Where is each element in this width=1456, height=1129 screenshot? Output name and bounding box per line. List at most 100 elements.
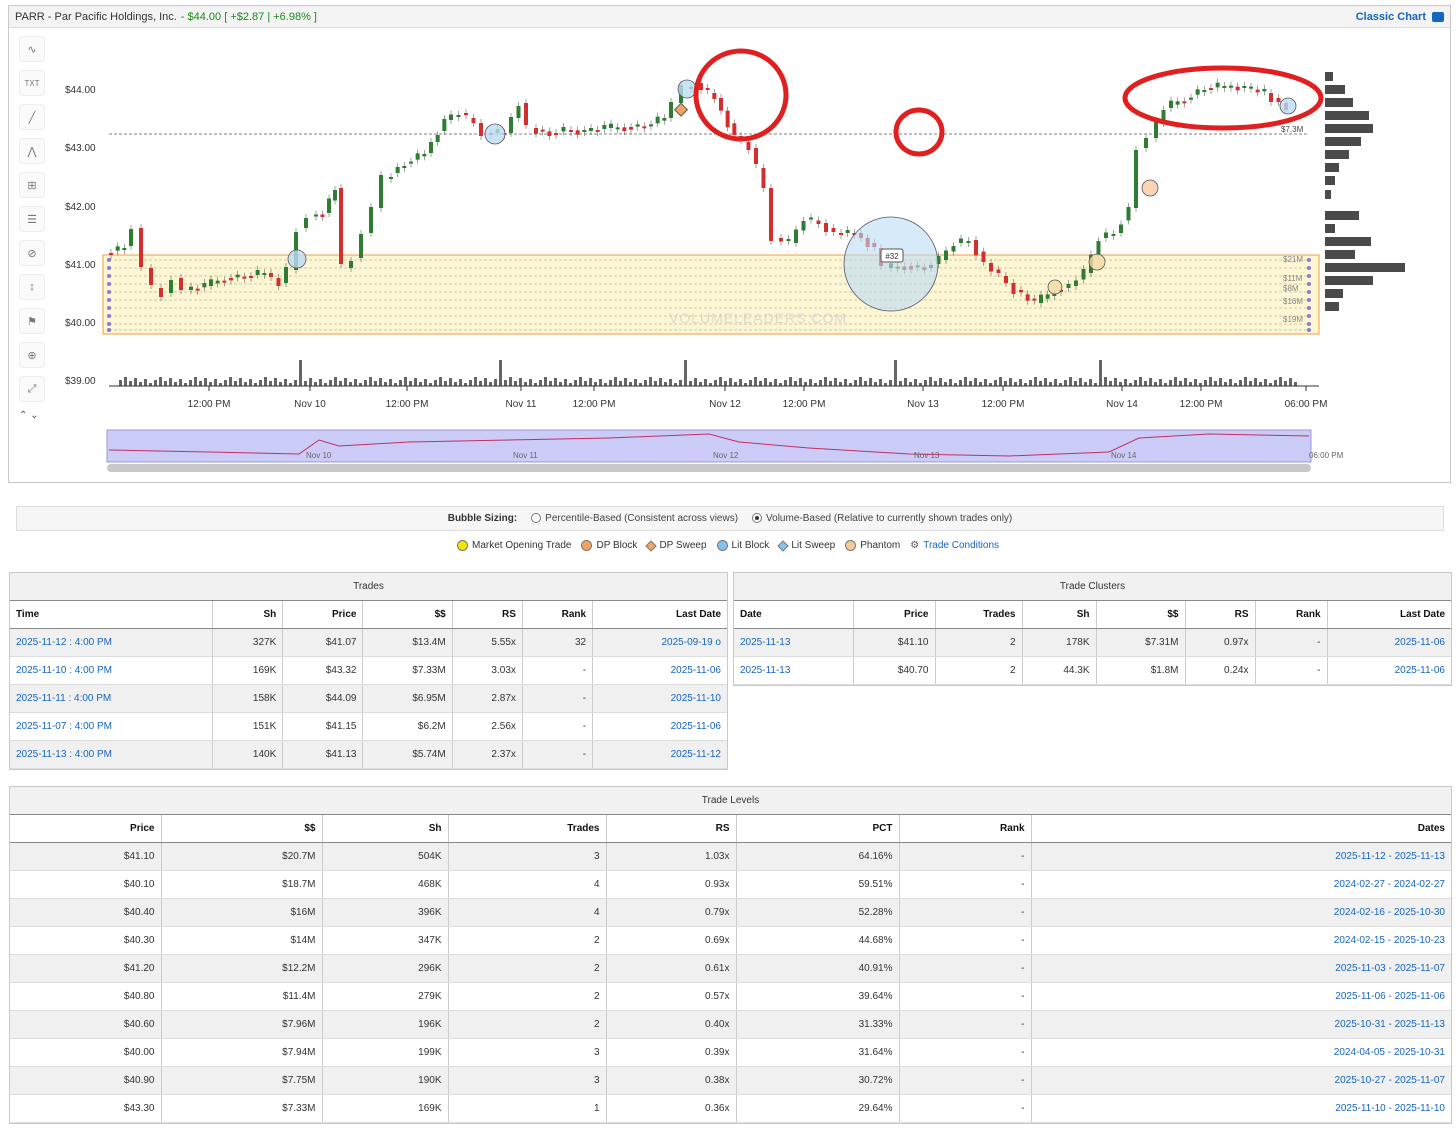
column-header[interactable]: RS	[1185, 601, 1256, 629]
column-header[interactable]: Date	[734, 601, 854, 629]
dp-sweep-marker[interactable]	[673, 102, 689, 117]
trade-bubble[interactable]	[1047, 279, 1063, 295]
date-link[interactable]: 2025-10-31 - 2025-11-13	[1031, 1010, 1451, 1039]
classic-chart-label[interactable]: Classic Chart	[1356, 11, 1426, 23]
trade-bubble[interactable]	[1279, 97, 1297, 115]
candle-body	[629, 127, 633, 130]
column-header[interactable]: Price	[853, 601, 936, 629]
date-link[interactable]: 2025-11-12 - 2025-11-13	[1031, 842, 1451, 871]
trade-conditions-link[interactable]: ⚙ Trade Conditions	[910, 540, 999, 551]
trade-bubble[interactable]	[1088, 253, 1106, 271]
column-header[interactable]: RS	[606, 815, 737, 843]
volume-option[interactable]: Volume-Based (Relative to currently show…	[752, 513, 1012, 524]
column-header[interactable]: Sh	[1022, 601, 1097, 629]
column-header[interactable]: Price	[282, 601, 364, 629]
trade-bubble[interactable]	[484, 123, 506, 145]
zone-level-marker	[107, 322, 111, 326]
percentile-option[interactable]: Percentile-Based (Consistent across view…	[531, 513, 738, 524]
clusters-panel: Trade Clusters Date Price Trades Sh $$ RS Rank…	[733, 572, 1452, 686]
percentile-option-label[interactable]: Percentile-Based (Consistent across view…	[545, 513, 738, 524]
volume-bar	[239, 378, 242, 386]
column-header[interactable]: Dates	[1031, 815, 1451, 843]
legend-item[interactable]: Market Opening Trade	[456, 540, 571, 551]
date-link[interactable]: 2025-11-06	[1327, 656, 1451, 685]
price-chart[interactable]: $7.3M VOLUMELEADERS.COM $44.00 $43.00 $42.…	[9, 28, 1452, 483]
lit-block-bubble[interactable]	[843, 216, 939, 312]
trade-conditions-label[interactable]: Trade Conditions	[923, 540, 999, 551]
date-link[interactable]: 2025-11-07 : 4:00 PM	[10, 712, 214, 741]
date-link[interactable]: 2025-11-06	[592, 712, 727, 741]
date-link[interactable]: 2025-11-06 - 2025-11-06	[1031, 982, 1451, 1011]
date-link[interactable]: 2025-10-27 - 2025-11-07	[1031, 1066, 1451, 1095]
candle-body	[575, 130, 580, 135]
date-link[interactable]: 2025-11-11 : 4:00 PM	[10, 684, 214, 713]
date-link[interactable]: 2024-02-16 - 2025-10-30	[1031, 898, 1451, 927]
volume-bar	[834, 378, 837, 386]
trade-bubble[interactable]	[1141, 179, 1159, 197]
date-link[interactable]: 2025-11-06	[592, 656, 727, 685]
legend-item[interactable]: Lit Sweep	[777, 539, 835, 552]
date-link[interactable]: 2025-11-03 - 2025-11-07	[1031, 954, 1451, 983]
column-header[interactable]: $$	[161, 815, 323, 843]
percentile-radio[interactable]	[531, 513, 542, 524]
table-cell: 169K	[212, 656, 284, 685]
column-header[interactable]: Time	[10, 601, 214, 629]
annotation-circle-2	[893, 107, 945, 157]
column-header[interactable]: Rank	[899, 815, 1032, 843]
navigator-scrollbar[interactable]	[107, 464, 1311, 472]
volume-profile-bar	[1325, 111, 1369, 120]
candle-body	[974, 240, 978, 256]
column-header[interactable]: Price	[10, 815, 162, 843]
legend-item[interactable]: Lit Block	[716, 540, 769, 551]
candle-body	[794, 229, 798, 243]
date-link[interactable]: 2025-09-19 o	[592, 628, 727, 657]
date-link[interactable]: 2024-02-27 - 2024-02-27	[1031, 870, 1451, 899]
date-link[interactable]: 2025-11-13 : 4:00 PM	[10, 740, 214, 769]
date-link[interactable]: 2025-11-10	[592, 684, 727, 713]
column-header[interactable]: $$	[362, 601, 453, 629]
volume-bar	[854, 380, 857, 386]
candle-body	[1126, 207, 1131, 221]
column-header[interactable]: Last Date	[592, 601, 727, 629]
column-header[interactable]: Trades	[448, 815, 607, 843]
candle-body	[649, 124, 653, 127]
candle-body	[746, 142, 751, 150]
date-link[interactable]: 2025-11-12 : 4:00 PM	[10, 628, 214, 657]
volume-option-label[interactable]: Volume-Based (Relative to currently show…	[766, 513, 1012, 524]
date-link[interactable]: 2025-11-12	[592, 740, 727, 769]
volume-bar	[739, 379, 742, 386]
table-cell: -	[899, 842, 1032, 871]
tv-icon[interactable]	[1432, 11, 1444, 22]
date-link[interactable]: 2025-11-10 : 4:00 PM	[10, 656, 214, 685]
zone-level-marker	[107, 298, 111, 302]
column-header[interactable]: Sh	[212, 601, 284, 629]
volume-bar	[304, 381, 307, 386]
column-header[interactable]: Last Date	[1327, 601, 1451, 629]
column-header[interactable]: $$	[1096, 601, 1186, 629]
date-link[interactable]: 2025-11-13	[734, 656, 854, 685]
volume-radio[interactable]	[752, 513, 763, 524]
legend-item[interactable]: DP Sweep	[645, 539, 707, 552]
trade-bubble[interactable]	[287, 249, 307, 269]
date-link[interactable]: 2024-02-15 - 2025-10-23	[1031, 926, 1451, 955]
table-cell: 2	[935, 656, 1023, 685]
classic-chart-link[interactable]: Classic Chart	[1356, 11, 1444, 23]
column-header[interactable]: Rank	[1255, 601, 1328, 629]
volume-bar	[659, 378, 662, 386]
date-link[interactable]: 2025-11-06	[1327, 628, 1451, 657]
volume-bar	[404, 377, 407, 386]
legend-item[interactable]: DP Block	[581, 540, 637, 551]
volume-bar	[1279, 377, 1282, 386]
column-header[interactable]: Rank	[522, 601, 594, 629]
candle-body	[1066, 284, 1071, 288]
date-link[interactable]: 2025-11-10 - 2025-11-10	[1031, 1094, 1451, 1123]
date-link[interactable]: 2024-04-05 - 2025-10-31	[1031, 1038, 1451, 1067]
column-header[interactable]: RS	[452, 601, 523, 629]
date-link[interactable]: 2025-11-13	[734, 628, 854, 657]
legend-item[interactable]: Phantom	[845, 540, 900, 551]
column-header[interactable]: Trades	[935, 601, 1023, 629]
column-header[interactable]: Sh	[322, 815, 449, 843]
chart-panel: PARR - Par Pacific Holdings, Inc. - $44.…	[8, 5, 1451, 483]
trade-bubble[interactable]	[677, 79, 697, 99]
column-header[interactable]: PCT	[736, 815, 900, 843]
